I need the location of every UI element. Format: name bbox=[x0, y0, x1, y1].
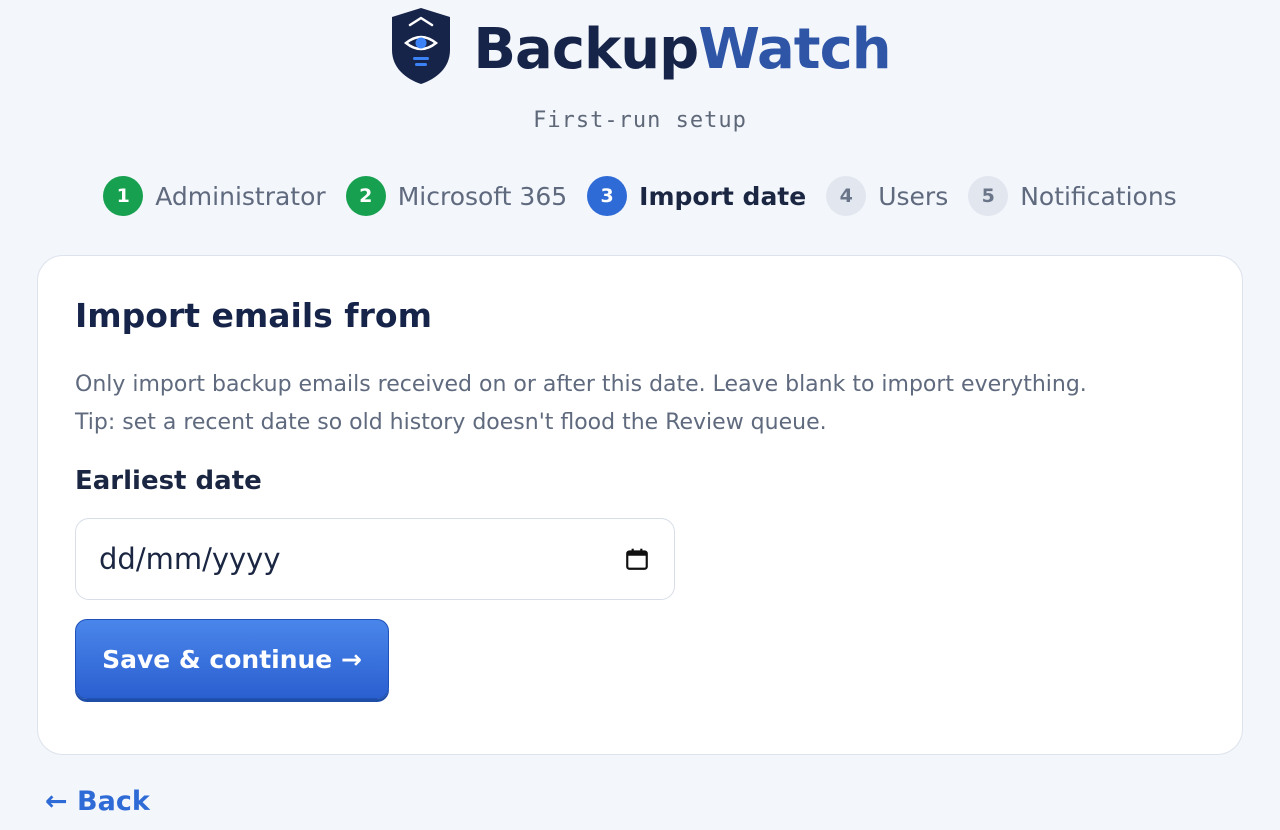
step-number: 5 bbox=[968, 176, 1009, 216]
description-line: Only import backup emails received on or… bbox=[75, 372, 1087, 397]
step-number: 1 bbox=[103, 176, 144, 216]
step-label: Import date bbox=[639, 181, 807, 211]
step-number: 3 bbox=[587, 176, 628, 216]
card-title: Import emails from bbox=[75, 296, 432, 335]
step-label: Microsoft 365 bbox=[397, 181, 568, 211]
date-placeholder: dd/mm/yyyy bbox=[99, 542, 281, 576]
step-users: 4 Users bbox=[826, 176, 948, 216]
save-continue-button[interactable]: Save & continue → bbox=[75, 619, 389, 699]
brand-name: BackupWatch bbox=[473, 22, 891, 78]
step-microsoft-365: 2 Microsoft 365 bbox=[345, 176, 568, 216]
step-administrator: 1 Administrator bbox=[103, 176, 326, 216]
description-tip: Tip: set a recent date so old history do… bbox=[75, 410, 827, 435]
card-description: Only import backup emails received on or… bbox=[75, 366, 1215, 442]
step-number: 4 bbox=[826, 176, 867, 216]
calendar-icon[interactable] bbox=[624, 546, 650, 572]
setup-stepper: 1 Administrator 2 Microsoft 365 3 Import… bbox=[0, 176, 1280, 216]
brand: BackupWatch bbox=[0, 6, 1280, 86]
page-subtitle: First-run setup bbox=[533, 108, 747, 133]
step-label: Administrator bbox=[155, 181, 326, 211]
step-notifications: 5 Notifications bbox=[968, 176, 1177, 216]
back-link[interactable]: ← Back bbox=[45, 786, 150, 817]
brand-name-part1: Backup bbox=[473, 17, 699, 82]
step-label: Notifications bbox=[1020, 181, 1177, 211]
shield-eye-icon bbox=[392, 8, 451, 84]
earliest-date-input[interactable]: dd/mm/yyyy bbox=[75, 518, 675, 600]
step-number: 2 bbox=[345, 176, 386, 216]
step-import-date: 3 Import date bbox=[587, 176, 806, 216]
step-label: Users bbox=[878, 181, 949, 211]
brand-name-part2: Watch bbox=[698, 17, 891, 82]
import-date-card: Import emails from Only import backup em… bbox=[37, 255, 1243, 755]
earliest-date-label: Earliest date bbox=[75, 466, 262, 496]
